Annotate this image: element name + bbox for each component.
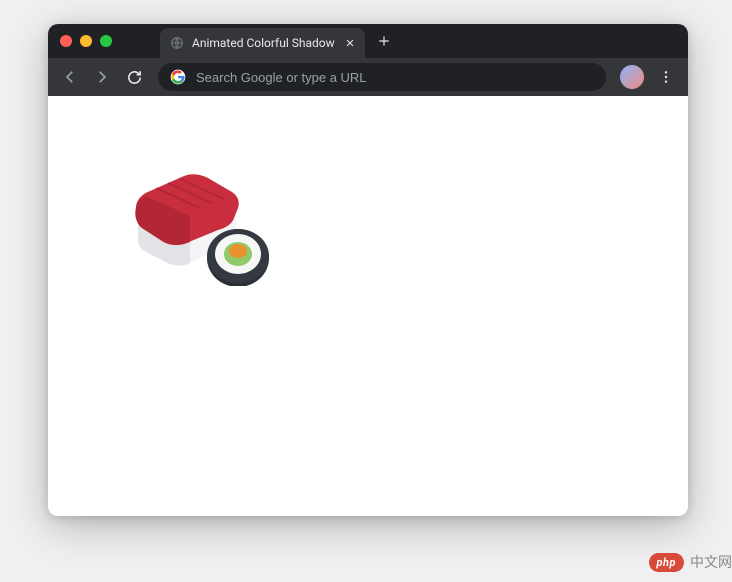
forward-button[interactable] (88, 63, 116, 91)
profile-avatar[interactable] (620, 65, 644, 89)
window-minimize-button[interactable] (80, 35, 92, 47)
window-controls (48, 35, 124, 47)
titlebar: Animated Colorful Shadow (48, 24, 688, 58)
menu-button[interactable] (652, 63, 680, 91)
window-close-button[interactable] (60, 35, 72, 47)
browser-window: Animated Colorful Shadow (48, 24, 688, 516)
watermark-text: 中文网 (690, 552, 732, 572)
close-tab-button[interactable] (343, 36, 357, 50)
page-viewport (48, 96, 688, 516)
google-icon (170, 69, 186, 85)
address-bar[interactable] (158, 63, 606, 91)
watermark-badge: php (649, 553, 684, 572)
tab-title: Animated Colorful Shadow (192, 36, 335, 50)
reload-button[interactable] (120, 63, 148, 91)
url-input[interactable] (196, 70, 594, 85)
watermark: php 中文网 (649, 552, 732, 572)
sushi-illustration (128, 156, 283, 286)
browser-tab[interactable]: Animated Colorful Shadow (160, 28, 365, 58)
globe-icon (170, 36, 184, 50)
new-tab-button[interactable] (371, 28, 397, 54)
back-button[interactable] (56, 63, 84, 91)
toolbar (48, 58, 688, 96)
window-maximize-button[interactable] (100, 35, 112, 47)
